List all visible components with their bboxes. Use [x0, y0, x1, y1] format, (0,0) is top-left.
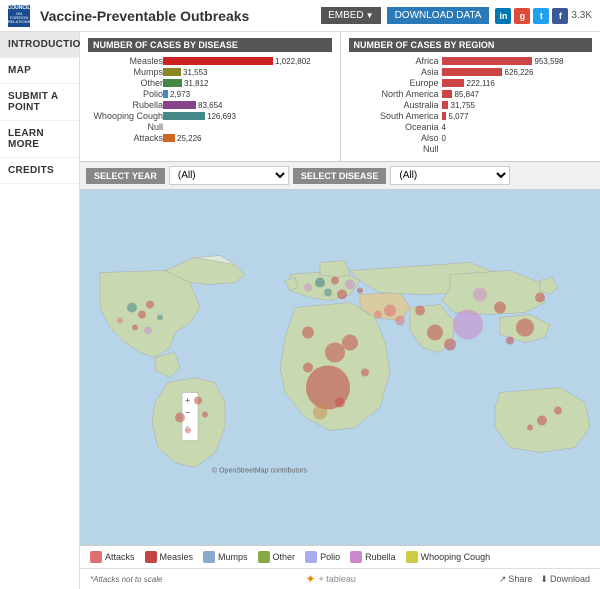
attacks-dot — [90, 551, 102, 563]
legend-measles: Measles — [145, 551, 194, 563]
social-icons: in g t f 3.3K — [495, 8, 592, 24]
world-map: © OpenStreetMap contributors + − ⌂ — [80, 190, 600, 545]
twitter-icon[interactable]: t — [533, 8, 549, 24]
legend-other: Other — [258, 551, 296, 563]
disease-polio: Polio 2,973 — [88, 89, 332, 99]
sidebar-item-map[interactable]: Map — [0, 58, 79, 84]
sidebar: Introduction Map Submit a Point Learn Mo… — [0, 32, 80, 589]
australia-bar — [442, 101, 448, 109]
download-data-button[interactable]: DOWNLOAD DATA — [387, 7, 490, 24]
asia-bar — [442, 68, 502, 76]
year-control: SELECT YEAR (All) — [86, 166, 289, 185]
mumps-dot — [203, 551, 215, 563]
legend-rubella: Rubella — [350, 551, 396, 563]
stats-row: NUMBER OF CASES BY DISEASE Measles 1,022… — [80, 32, 600, 162]
page-title: Vaccine-Preventable Outbreaks — [40, 8, 321, 24]
disease-mumps: Mumps 31,553 — [88, 67, 332, 77]
google-icon[interactable]: g — [514, 8, 530, 24]
sidebar-item-submit[interactable]: Submit a Point — [0, 84, 79, 121]
region-south-america: South America 5,077 — [349, 111, 593, 121]
embed-button[interactable]: EMBED ▼ — [321, 7, 380, 24]
region-africa: Africa 953,598 — [349, 56, 593, 66]
measles-dot — [145, 551, 157, 563]
north-america-bar — [442, 90, 452, 98]
sidebar-item-introduction[interactable]: Introduction — [0, 32, 79, 58]
whooping-dot — [406, 551, 418, 563]
footer: *Attacks not to scale ✦ + tableau ↗ Shar… — [80, 568, 600, 589]
polio-bar — [163, 90, 168, 98]
region-also: Also 0 — [349, 133, 593, 143]
legend-attacks: Attacks — [90, 551, 135, 563]
rubella-dot — [350, 551, 362, 563]
africa-bar — [442, 57, 532, 65]
legend-whooping: Whooping Cough — [406, 551, 491, 563]
map-container[interactable]: © OpenStreetMap contributors + − ⌂ — [80, 190, 600, 545]
legend-polio: Polio — [305, 551, 340, 563]
disease-control: SELECT DISEASE (All) — [293, 166, 511, 185]
disease-select[interactable]: (All) — [390, 166, 510, 185]
disease-attacks: Attacks 25,226 — [88, 133, 332, 143]
region-australia: Australia 31,755 — [349, 100, 593, 110]
other-bar — [163, 79, 182, 87]
disease-stats-panel: NUMBER OF CASES BY DISEASE Measles 1,022… — [80, 32, 341, 161]
controls-row: SELECT YEAR (All) SELECT DISEASE (All) — [80, 162, 600, 190]
svg-text:© OpenStreetMap contributors: © OpenStreetMap contributors — [212, 467, 308, 475]
polio-dot — [305, 551, 317, 563]
region-null: Null — [349, 144, 593, 154]
linkedin-icon[interactable]: in — [495, 8, 511, 24]
facebook-icon[interactable]: f — [552, 8, 568, 24]
region-oceania: Oceania 4 — [349, 122, 593, 132]
region-north-america: North America 85,847 — [349, 89, 593, 99]
legend-row: Attacks Measles Mumps Other Polio — [80, 545, 600, 568]
year-select[interactable]: (All) — [169, 166, 289, 185]
disease-whooping: Whooping Cough 126,693 — [88, 111, 332, 121]
region-stats-panel: NUMBER OF CASES BY REGION Africa 953,598… — [341, 32, 600, 161]
south-america-bar — [442, 112, 446, 120]
footer-actions: ↗ Share ⬇ Download — [499, 574, 590, 585]
share-button[interactable]: ↗ Share — [499, 574, 533, 585]
region-stats-title: NUMBER OF CASES BY REGION — [349, 38, 593, 52]
footer-note: *Attacks not to scale — [90, 575, 162, 584]
rubella-bar — [163, 101, 196, 109]
whooping-bar — [163, 112, 205, 120]
social-count: 3.3K — [571, 10, 592, 21]
region-europe: Europe 222,116 — [349, 78, 593, 88]
sidebar-item-learn[interactable]: Learn More — [0, 121, 79, 158]
other-dot — [258, 551, 270, 563]
year-label: SELECT YEAR — [86, 168, 165, 184]
measles-bar — [163, 57, 273, 65]
disease-stats-title: NUMBER OF CASES BY DISEASE — [88, 38, 332, 52]
disease-rubella: Rubella 83,654 — [88, 100, 332, 110]
region-asia: Asia 626,226 — [349, 67, 593, 77]
disease-other: Other 31,812 — [88, 78, 332, 88]
svg-text:+: + — [185, 396, 190, 406]
svg-text:−: − — [185, 408, 190, 418]
europe-bar — [442, 79, 464, 87]
legend-mumps: Mumps — [203, 551, 248, 563]
disease-measles: Measles 1,022,802 — [88, 56, 332, 66]
attacks-bar — [163, 134, 175, 142]
disease-label: SELECT DISEASE — [293, 168, 387, 184]
sidebar-item-credits[interactable]: Credits — [0, 158, 79, 184]
mumps-bar — [163, 68, 181, 76]
download-button[interactable]: ⬇ Download — [540, 574, 590, 585]
logo: COUNCIL ON FOREIGN RELATIONS — [8, 5, 30, 27]
tableau-brand: ✦ + tableau — [305, 572, 355, 586]
disease-null: Null — [88, 122, 332, 132]
